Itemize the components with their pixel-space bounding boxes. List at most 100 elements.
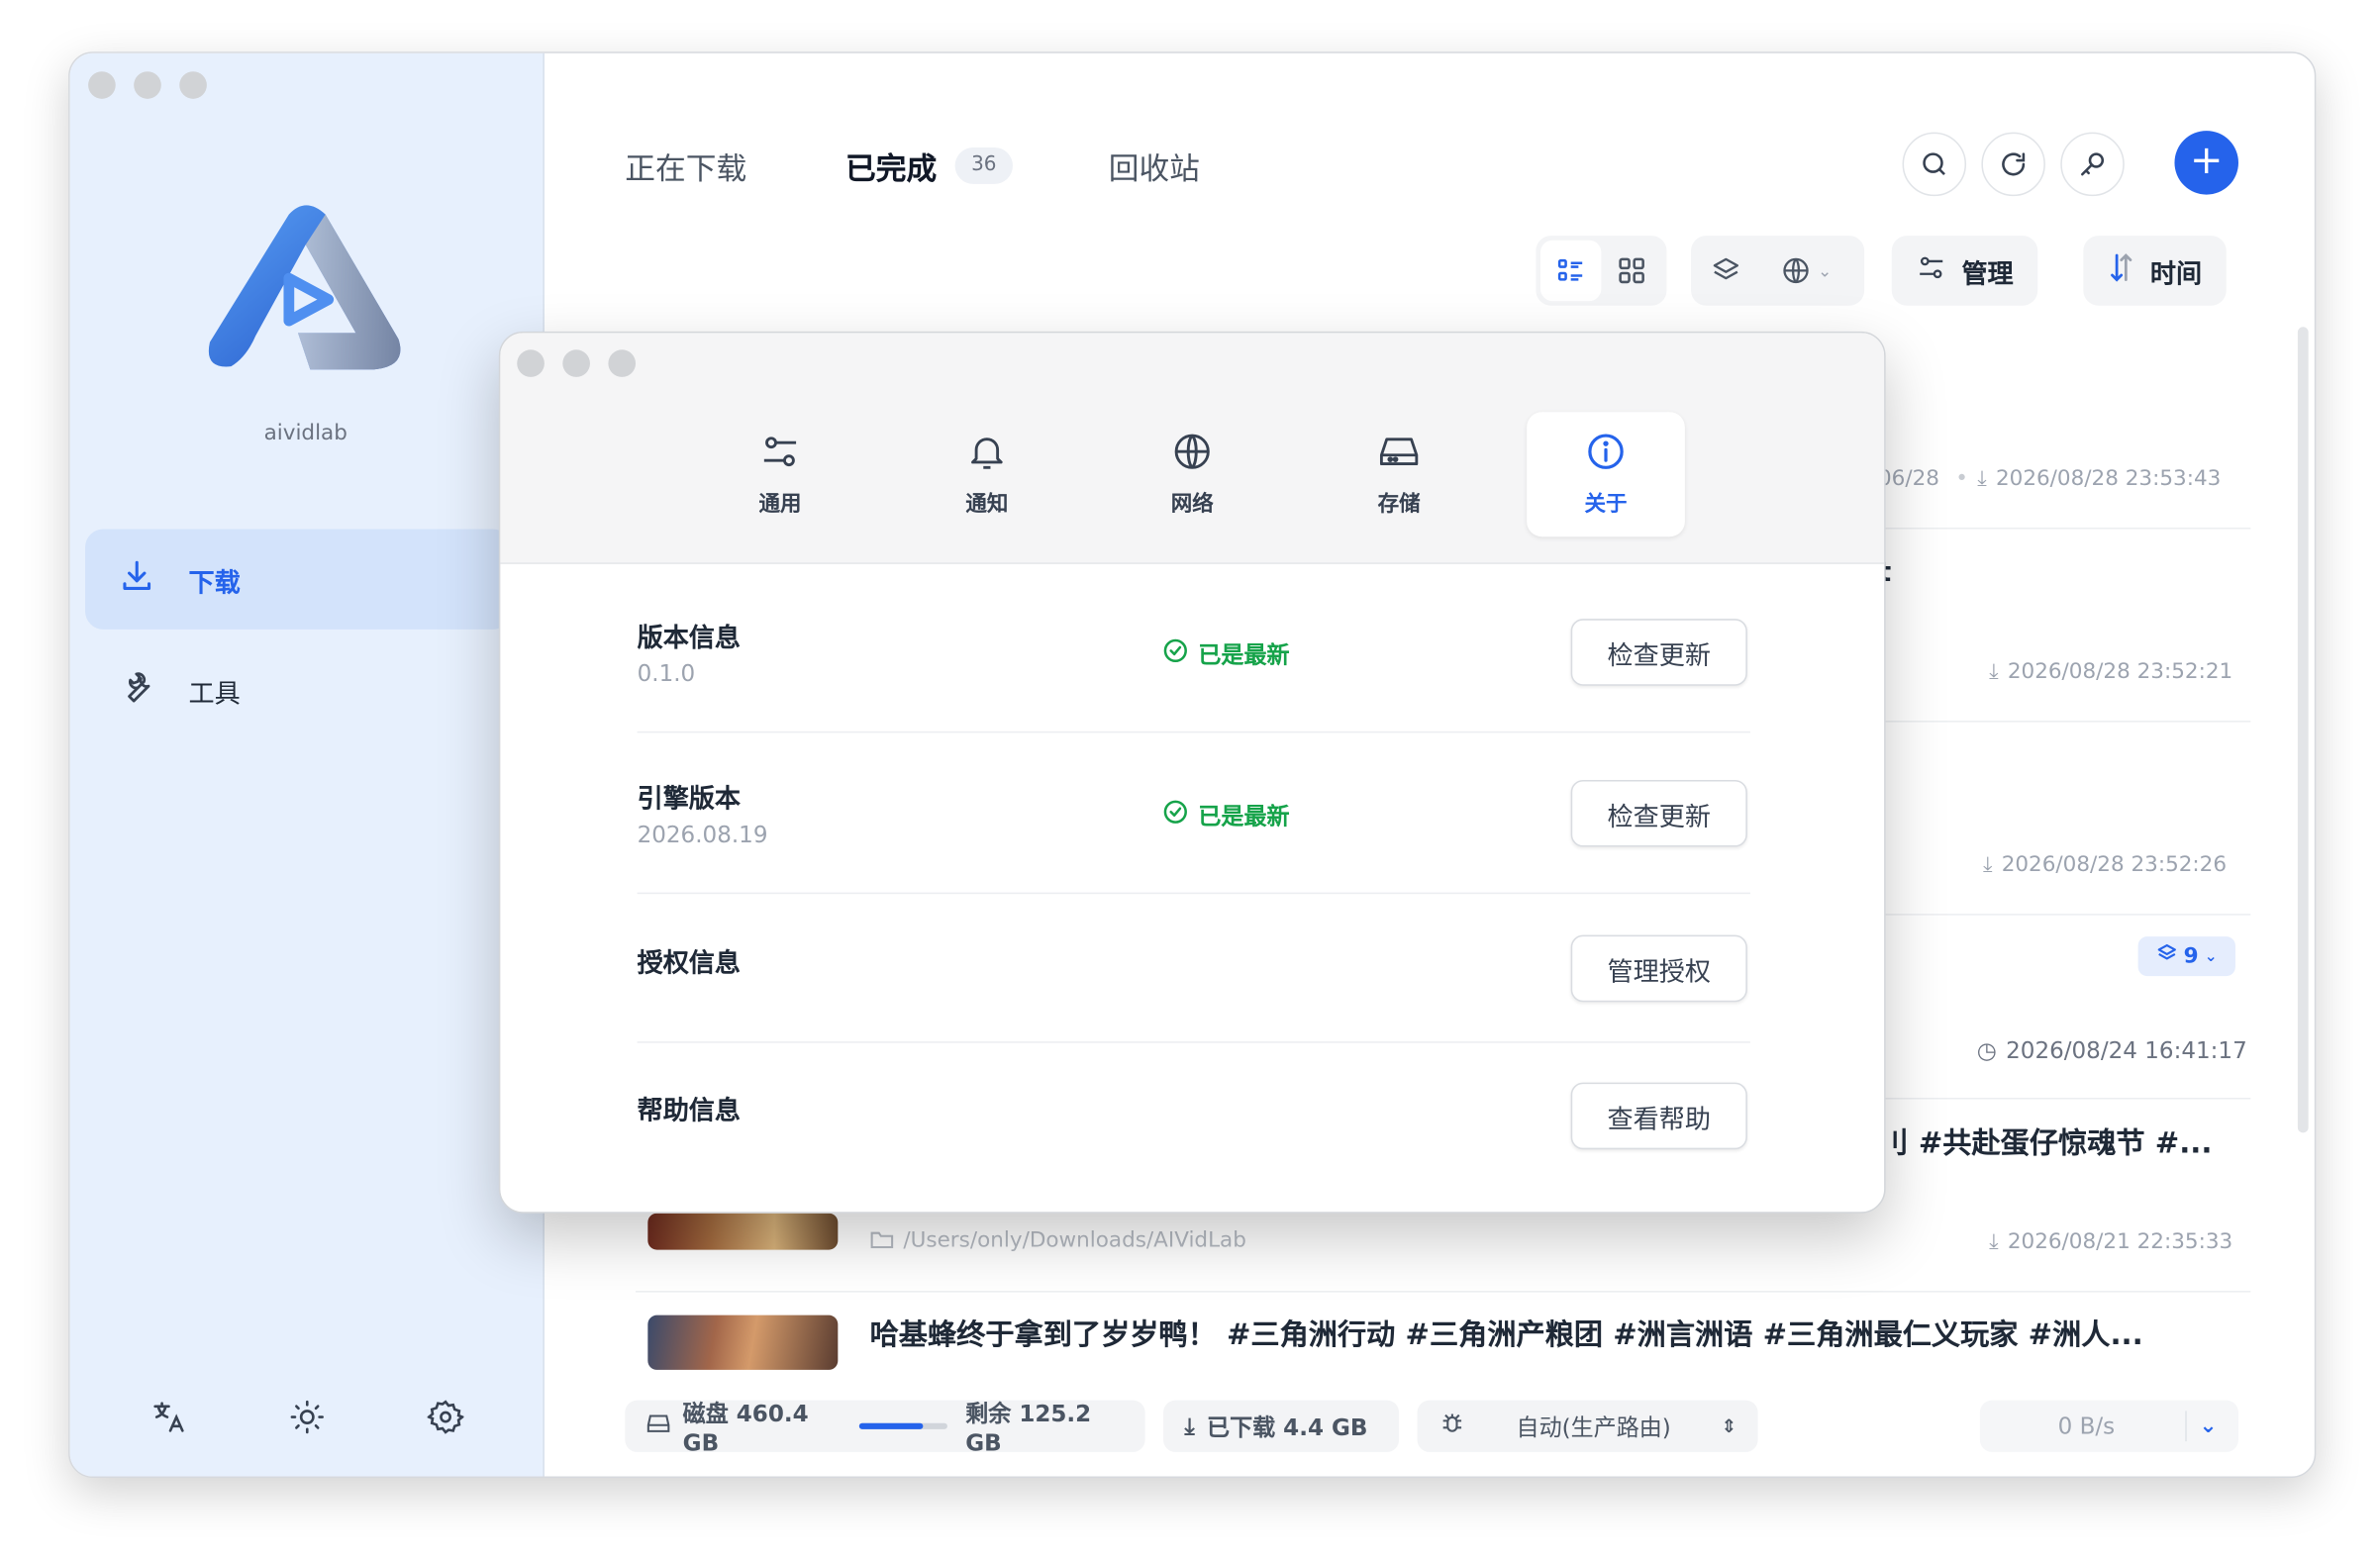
add-download-button[interactable]: +	[2174, 131, 2238, 195]
layer-count: 9	[2183, 943, 2199, 969]
dot-separator: •	[1955, 466, 1968, 492]
sidebar-item-tools[interactable]: 工具	[85, 640, 511, 740]
view-mode-toggle	[1536, 236, 1667, 306]
divider	[2184, 1411, 2187, 1442]
settings-tab-storage[interactable]: 存储	[1320, 412, 1478, 536]
zoom-dialog-button[interactable]	[608, 349, 637, 377]
sidebar-item-label: 工具	[188, 678, 241, 710]
version-status: 已是最新	[1162, 637, 1290, 671]
layers-small-icon	[2156, 942, 2178, 970]
screen: aividlab 下载 工具 正在下载 已完成 36 回收站 + ⌄ 管理 时间…	[0, 0, 2380, 1560]
clock-icon: ◷	[1976, 1036, 1997, 1065]
downloaded-status: ⤓ 已下载 4.4 GB	[1163, 1400, 1400, 1452]
row-3-meta: ⤓ 2026/08/28 23:52:26	[1983, 853, 2227, 878]
tab-completed[interactable]: 已完成	[845, 145, 937, 189]
settings-tab-network[interactable]: 网络	[1113, 412, 1271, 536]
sun-icon[interactable]	[289, 1399, 326, 1435]
translate-icon[interactable]	[150, 1399, 187, 1435]
row-divider	[637, 1041, 1750, 1043]
row-divider	[637, 731, 1750, 733]
sidebar-item-download[interactable]: 下载	[85, 529, 512, 630]
minimize-dialog-button[interactable]	[562, 349, 590, 377]
remaining-label: 剩余 125.2 GB	[965, 1399, 1092, 1456]
status-text: 已是最新	[1198, 802, 1290, 829]
disk-usage-fill	[858, 1422, 924, 1429]
row-1-partial-date: 06/28	[1877, 466, 1939, 492]
view-help-button[interactable]: 查看帮助	[1570, 1082, 1747, 1150]
close-window-button[interactable]	[88, 71, 116, 99]
search-icon[interactable]	[1902, 132, 1967, 197]
plus-icon: +	[2189, 138, 2224, 184]
row-5-title[interactable]: 刂 #共赴蛋仔惊魂节 #...	[1879, 1121, 2244, 1161]
chevron-down-icon: ⌄	[2199, 1414, 2218, 1439]
chevron-down-icon: ⌄	[1818, 260, 1833, 281]
created-time: 2026/08/24 16:41:17	[2006, 1036, 2247, 1065]
check-engine-update-button[interactable]: 检查更新	[1570, 779, 1747, 847]
row-4-meta: ◷ 2026/08/24 16:41:17	[1977, 1037, 2247, 1065]
key-icon[interactable]	[2060, 132, 2125, 197]
minimize-window-button[interactable]	[134, 71, 161, 99]
engine-version-value: 2026.08.19	[637, 821, 768, 849]
download-small-icon: ⤓	[1989, 1229, 1999, 1255]
download-time: 2026/08/28 23:52:21	[2007, 659, 2233, 685]
version-info-value: 0.1.0	[637, 659, 696, 688]
manage-button[interactable]: 管理	[1891, 236, 2038, 306]
tab-label: 通知	[965, 492, 1009, 518]
drive-icon	[646, 1413, 671, 1440]
layers-icon[interactable]	[1691, 241, 1761, 301]
drive-icon	[1376, 431, 1422, 479]
route-label: 自动(生产路由)	[1516, 1413, 1671, 1441]
speed-display[interactable]: 0 B/s ⌄	[1979, 1400, 2238, 1452]
row-6-title[interactable]: 哈基蜂终于拿到了岁岁鸭！ #三角洲行动 #三角洲产粮团 #洲言洲语 #三角洲最仁…	[870, 1313, 2238, 1353]
grid-view-icon[interactable]	[1601, 241, 1661, 301]
scrollbar[interactable]	[2297, 327, 2309, 1133]
refresh-icon[interactable]	[1981, 132, 2045, 197]
dialog-window-controls	[517, 349, 637, 377]
globe-icon	[1171, 431, 1214, 479]
speed-label: 0 B/s	[2057, 1412, 2116, 1440]
manage-license-button[interactable]: 管理授权	[1570, 934, 1747, 1003]
wrench-icon	[119, 668, 155, 713]
globe-filter-icon[interactable]: ⌄	[1761, 241, 1852, 301]
layer-count-badge[interactable]: 9 ⌄	[2137, 936, 2235, 977]
settings-tab-about[interactable]: 关于	[1527, 412, 1685, 537]
sort-icon	[2108, 250, 2135, 291]
bell-icon	[965, 431, 1008, 479]
download-time: 2026/08/28 23:53:43	[1995, 466, 2222, 492]
sort-label: 时间	[2149, 258, 2203, 290]
manage-label: 管理	[1961, 258, 2014, 290]
settings-tab-notifications[interactable]: 通知	[908, 412, 1066, 536]
disk-status: 磁盘 460.4 GB 剩余 125.2 GB	[625, 1400, 1145, 1456]
row-5-thumbnail[interactable]	[647, 1213, 839, 1250]
app-name: aividlab	[263, 421, 347, 446]
version-info-title: 版本信息	[637, 623, 742, 654]
license-info-title: 授权信息	[637, 948, 742, 980]
tab-downloading[interactable]: 正在下载	[625, 145, 746, 189]
download-small-icon: ⤓	[1184, 1412, 1195, 1440]
sort-button[interactable]: 时间	[2083, 236, 2227, 306]
disk-usage-bar	[858, 1422, 947, 1429]
status-text: 已是最新	[1198, 640, 1290, 669]
tab-trash[interactable]: 回收站	[1109, 145, 1200, 189]
settings-tab-general[interactable]: 通用	[701, 412, 859, 536]
download-icon	[119, 557, 155, 602]
folder-icon	[870, 1228, 895, 1256]
download-small-icon: ⤓	[1977, 466, 1987, 492]
help-info-title: 帮助信息	[637, 1096, 742, 1127]
download-time: 2026/08/28 23:52:26	[2001, 852, 2228, 878]
list-view-icon[interactable]	[1539, 240, 1602, 302]
gear-icon[interactable]	[426, 1399, 465, 1435]
route-selector[interactable]: 自动(生产路由) ⇕	[1417, 1400, 1758, 1452]
download-small-icon: ⤓	[1982, 852, 1993, 878]
sidebar: aividlab 下载 工具	[69, 52, 545, 1477]
row-6-thumbnail[interactable]	[647, 1315, 839, 1370]
row-divider	[636, 1291, 2251, 1293]
close-dialog-button[interactable]	[517, 349, 545, 377]
file-path: /Users/only/Downloads/AIVidLab	[903, 1228, 1246, 1253]
check-update-button[interactable]: 检查更新	[1570, 619, 1747, 686]
app-logo	[204, 199, 408, 381]
check-circle-icon	[1162, 798, 1190, 831]
row-5-path[interactable]: /Users/only/Downloads/AIVidLab	[870, 1228, 1246, 1256]
zoom-window-button[interactable]	[179, 71, 207, 99]
engine-status: 已是最新	[1162, 798, 1290, 831]
